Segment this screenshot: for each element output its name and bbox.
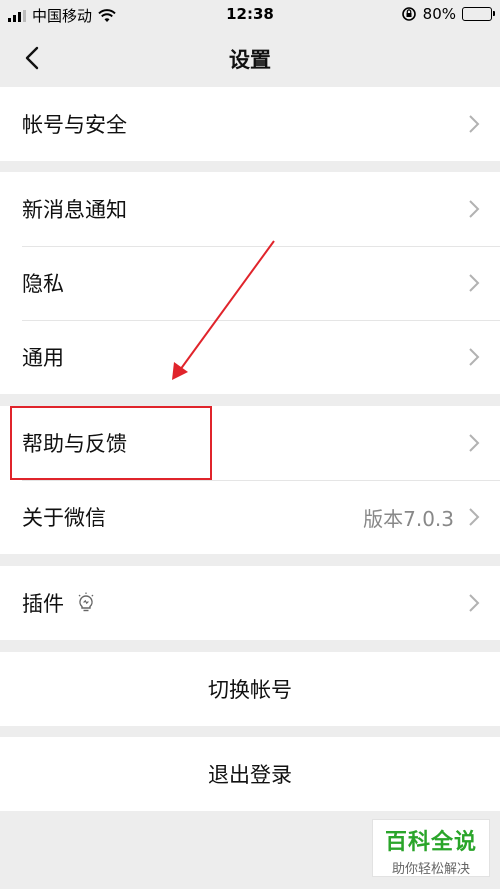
- settings-group-general: 新消息通知 隐私 通用: [0, 172, 500, 394]
- settings-group-account: 帐号与安全: [0, 87, 500, 161]
- row-about-wechat[interactable]: 关于微信 版本7.0.3: [0, 480, 500, 554]
- chevron-right-icon: [469, 274, 480, 292]
- row-account-security[interactable]: 帐号与安全: [0, 87, 500, 161]
- nav-bar: 设置: [0, 30, 500, 86]
- chevron-right-icon: [469, 348, 480, 366]
- settings-group-plugins: 插件: [0, 566, 500, 640]
- rotation-lock-icon: [401, 7, 416, 21]
- version-value: 版本7.0.3: [363, 506, 454, 531]
- row-privacy[interactable]: 隐私: [0, 246, 500, 320]
- page-title: 设置: [229, 48, 271, 72]
- row-label: 插件: [22, 592, 64, 616]
- watermark-logo: 百科全说 助你轻松解决: [372, 819, 490, 877]
- row-label: 关于微信: [22, 506, 106, 530]
- chevron-right-icon: [469, 200, 480, 218]
- logout-group: 退出登录: [0, 737, 500, 811]
- lightbulb-icon: [78, 592, 94, 612]
- chevron-right-icon: [469, 594, 480, 612]
- logout-button[interactable]: 退出登录: [0, 737, 500, 811]
- watermark-title: 百科全说: [384, 830, 477, 855]
- row-plugins[interactable]: 插件: [0, 566, 500, 640]
- battery-percent: 80%: [422, 5, 456, 23]
- watermark-subtitle: 助你轻松解决: [391, 862, 470, 877]
- chevron-right-icon: [469, 508, 480, 526]
- switch-account-label: 切换帐号: [208, 678, 292, 702]
- row-notifications[interactable]: 新消息通知: [0, 172, 500, 246]
- status-right: 80%: [401, 5, 495, 23]
- chevron-right-icon: [469, 434, 480, 452]
- switch-account-group: 切换帐号: [0, 652, 500, 726]
- highlight-box: [10, 406, 212, 480]
- row-label: 帐号与安全: [22, 113, 127, 137]
- chevron-right-icon: [469, 115, 480, 133]
- row-label: 隐私: [22, 272, 64, 296]
- row-label: 通用: [22, 346, 64, 370]
- switch-account-button[interactable]: 切换帐号: [0, 652, 500, 726]
- logout-label: 退出登录: [208, 763, 292, 787]
- row-label: 新消息通知: [22, 198, 127, 222]
- status-bar: 中国移动 12:38 80%: [0, 0, 500, 30]
- battery-icon: [462, 7, 495, 21]
- row-general[interactable]: 通用: [0, 320, 500, 394]
